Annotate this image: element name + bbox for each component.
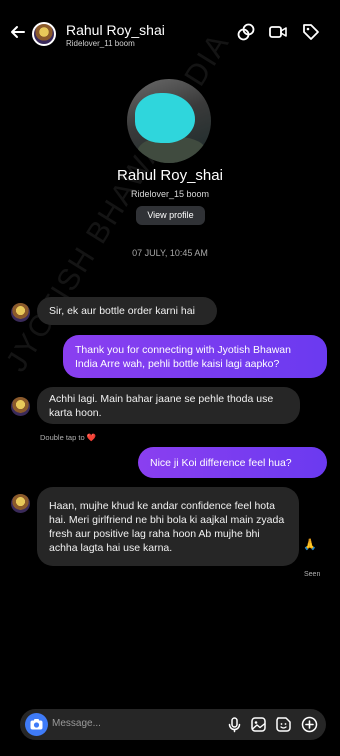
date-separator: 07 JULY, 10:45 AM [132,248,208,258]
sender-avatar[interactable] [11,494,30,513]
message-input[interactable]: Message... [52,718,101,729]
incoming-message[interactable]: Achhi lagi. Main bahar jaane se pehle th… [37,387,300,424]
double-tap-hint-text: Double tap to [40,433,85,442]
seen-status: Seen [304,571,321,578]
profile-avatar[interactable] [127,79,211,163]
camera-icon [30,719,43,730]
header-username[interactable]: Rahul Roy_shai [66,22,165,38]
microphone-icon[interactable] [226,716,243,733]
incoming-message[interactable]: Sir, ek aur bottle order karni hai [37,297,217,325]
header-subtitle: Ridelover_11 boom [66,39,135,48]
incoming-message[interactable]: Haan, mujhe khud ke andar confidence fee… [37,487,299,566]
sender-avatar[interactable] [11,397,30,416]
tag-icon[interactable] [301,22,321,42]
outgoing-message[interactable]: Nice ji Koi difference feel hua? [138,447,327,478]
double-tap-hint: Double tap to ❤️ [40,433,96,442]
header-avatar[interactable] [32,22,56,46]
heart-emoji: ❤️ [86,433,97,442]
gallery-icon[interactable] [250,716,267,733]
link-icon[interactable] [236,22,256,42]
outgoing-message[interactable]: Thank you for connecting with Jyotish Bh… [63,335,327,378]
sender-avatar[interactable] [11,303,30,322]
view-profile-button[interactable]: View profile [136,206,205,225]
camera-button[interactable] [25,713,48,736]
profile-name: Rahul Roy_shai [117,167,223,184]
sticker-icon[interactable] [275,716,292,733]
pray-emoji: 🙏 [303,539,317,551]
video-camera-icon[interactable] [268,22,288,42]
add-icon[interactable] [301,716,318,733]
profile-subtitle: Ridelover_15 boom [130,189,210,199]
message-composer: Message... [20,709,326,740]
chat-header: Rahul Roy_shai Ridelover_11 boom [0,0,340,62]
back-arrow-icon[interactable] [8,22,28,42]
